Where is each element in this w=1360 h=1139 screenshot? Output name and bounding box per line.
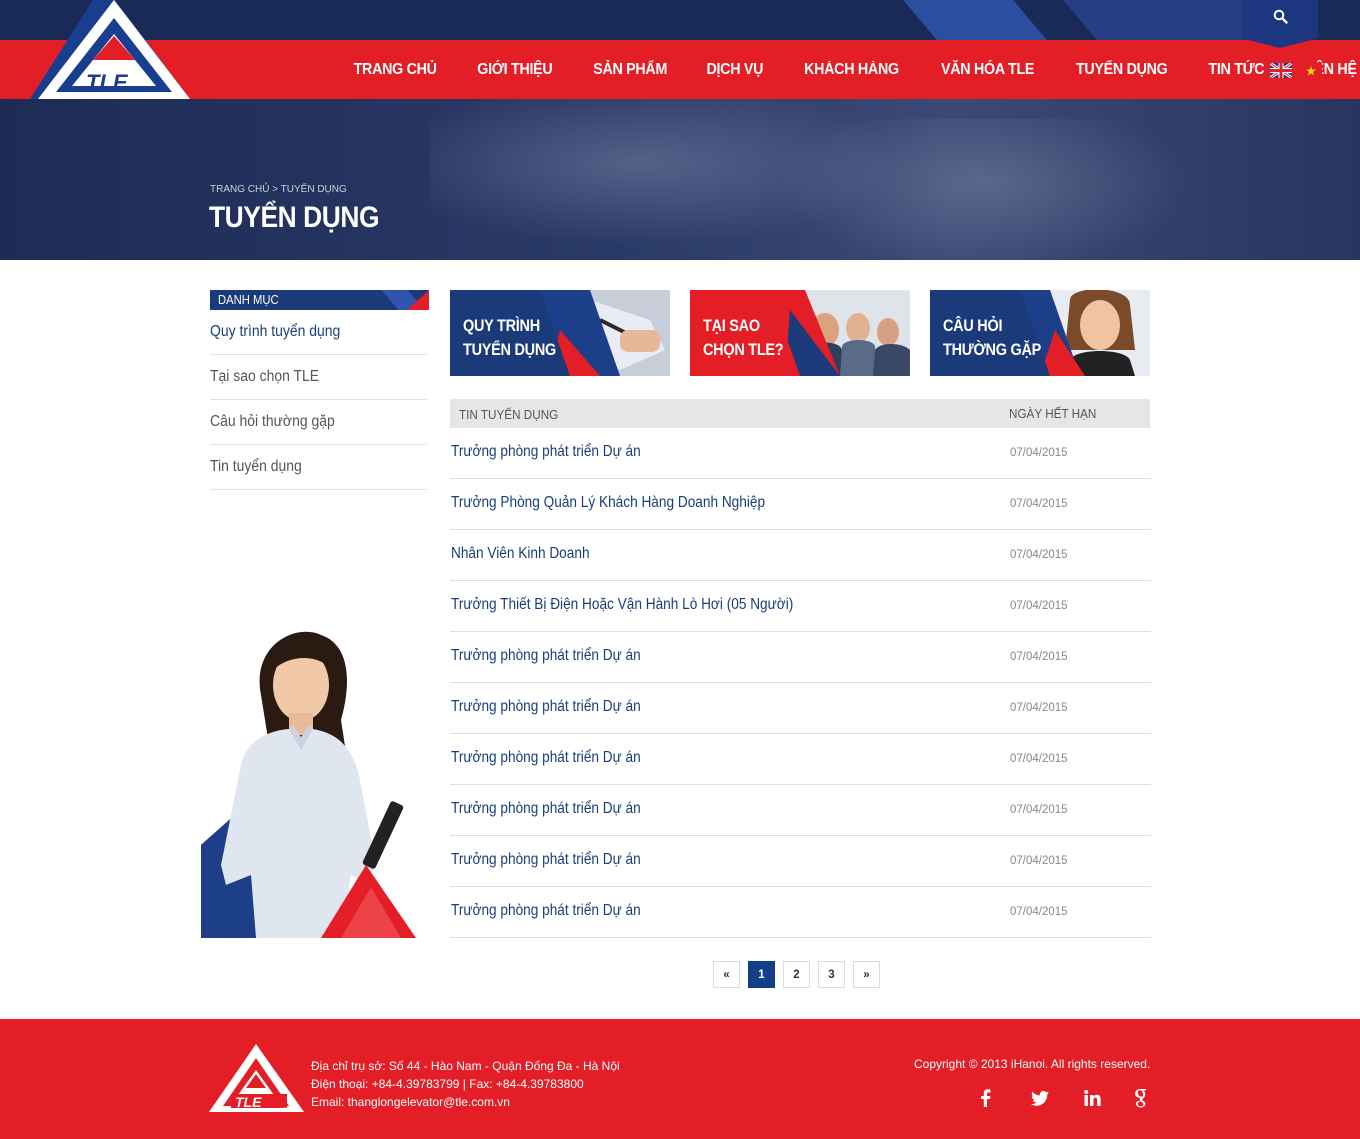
- footer-copyright: Copyright © 2013 iHanoi. All rights rese…: [914, 1057, 1151, 1071]
- footer-contact: Địa chỉ trụ sở: Số 44 - Hào Nam - Quận Đ…: [311, 1057, 620, 1111]
- footer-phone: Điện thoại: +84-4.39783799 | Fax: +84-4.…: [311, 1077, 584, 1091]
- linkedin-button[interactable]: [1080, 1086, 1104, 1110]
- tile-faq[interactable]: CÂU HỎI THƯỜNG GẶP: [930, 290, 1150, 376]
- sidebar-item-label: Quy trình tuyển dụng: [210, 323, 341, 340]
- table-row[interactable]: Trưởng phòng phát triển Dự án 07/04/2015: [450, 428, 1151, 479]
- sidebar-item-job-news[interactable]: Tin tuyển dụng: [210, 445, 427, 490]
- column-header-title: TIN TUYỂN DỤNG: [459, 407, 559, 422]
- tile-why-tle[interactable]: TẠI SAO CHỌN TLE?: [690, 290, 910, 376]
- job-expiry-date: 07/04/2015: [1010, 855, 1068, 867]
- recruiter-photo: [201, 631, 416, 938]
- pagination-prev-button[interactable]: «: [713, 961, 740, 988]
- column-header-expiry: NGÀY HẾT HẠN: [1009, 406, 1097, 421]
- pagination: « 1 2 3 »: [713, 961, 880, 988]
- table-row[interactable]: Trưởng phòng phát triển Dự án 07/04/2015: [450, 836, 1151, 887]
- site-logo[interactable]: TLE GROUP: [0, 0, 220, 99]
- nav-item-careers[interactable]: TUYỂN DỤNG: [1060, 61, 1183, 79]
- footer-logo-subtext: GROUP: [283, 1107, 297, 1111]
- table-row[interactable]: Nhân Viên Kinh Doanh 07/04/2015: [450, 530, 1151, 581]
- tile-label: QUY TRÌNH TUYỂN DỤNG: [463, 316, 556, 359]
- table-row[interactable]: Trưởng phòng phát triển Dự án 07/04/2015: [450, 683, 1151, 734]
- job-title-link[interactable]: Trưởng phòng phát triển Dự án: [451, 800, 641, 818]
- table-row[interactable]: Trưởng phòng phát triển Dự án 07/04/2015: [450, 632, 1151, 683]
- page-banner: TRANG CHỦ > TUYỂN DỤNG TUYỂN DỤNG: [0, 99, 1360, 260]
- twitter-button[interactable]: [1028, 1086, 1052, 1110]
- job-expiry-date: 07/04/2015: [1010, 753, 1068, 765]
- sidebar-heading-label: DANH MỤC: [218, 293, 279, 307]
- nav-item-about[interactable]: GIỚI THIỆU: [462, 61, 568, 79]
- nav-menu: TRANG CHỦ GIỚI THIỆU SẢN PHẨM DỊCH VỤ KH…: [333, 40, 1360, 99]
- logo-subtext: GROUP: [145, 87, 160, 92]
- decor-triangle: [407, 290, 429, 310]
- job-title-link[interactable]: Trưởng phòng phát triển Dự án: [451, 698, 641, 716]
- table-row[interactable]: Trưởng Thiết Bị Điện Hoặc Vận Hành Lò Hơ…: [450, 581, 1151, 632]
- nav-item-news[interactable]: TIN TỨC: [1192, 61, 1279, 79]
- nav-item-services[interactable]: DỊCH VỤ: [691, 61, 779, 79]
- job-title-link[interactable]: Trưởng Thiết Bị Điện Hoặc Vận Hành Lò Hơ…: [451, 596, 793, 614]
- sidebar-item-recruitment-process[interactable]: Quy trình tuyển dụng: [210, 310, 427, 355]
- search-button[interactable]: [1242, 0, 1318, 48]
- footer-email[interactable]: Email: thanglongelevator@tle.com.vn: [311, 1093, 620, 1111]
- google-plus-icon: [1135, 1089, 1147, 1108]
- table-row[interactable]: Trưởng Phòng Quản Lý Khách Hàng Doanh Ng…: [450, 479, 1151, 530]
- site-footer: TLE GROUP Địa chỉ trụ sở: Số 44 - Hào Na…: [0, 1019, 1360, 1139]
- sidebar-item-label: Câu hỏi thường gặp: [210, 413, 335, 430]
- tile-label: TẠI SAO CHỌN TLE?: [703, 316, 784, 359]
- job-expiry-date: 07/04/2015: [1010, 906, 1068, 918]
- facebook-button[interactable]: [973, 1086, 997, 1110]
- pagination-next-button[interactable]: »: [853, 961, 880, 988]
- google-plus-button[interactable]: [1128, 1086, 1152, 1110]
- breadcrumb[interactable]: TRANG CHỦ > TUYỂN DỤNG: [210, 184, 347, 195]
- sidebar-menu: Quy trình tuyển dụng Tại sao chọn TLE Câ…: [210, 310, 427, 490]
- banner-background: [760, 119, 1210, 260]
- nav-item-products[interactable]: SẢN PHẨM: [578, 61, 683, 79]
- sidebar-item-why-tle[interactable]: Tại sao chọn TLE: [210, 355, 427, 400]
- job-title-link[interactable]: Nhân Viên Kinh Doanh: [451, 545, 590, 563]
- jobs-table-header: TIN TUYỂN DỤNG NGÀY HẾT HẠN: [450, 399, 1150, 428]
- footer-logo[interactable]: TLE GROUP: [209, 1044, 304, 1114]
- sidebar-heading: DANH MỤC: [210, 290, 429, 310]
- vietnam-flag-icon[interactable]: [1300, 63, 1322, 78]
- page-title: TUYỂN DỤNG: [209, 201, 380, 234]
- sidebar-item-faq[interactable]: Câu hỏi thường gặp: [210, 400, 427, 445]
- job-expiry-date: 07/04/2015: [1010, 447, 1068, 459]
- footer-logo-text: TLE: [235, 1094, 262, 1110]
- logo-text: TLE: [86, 70, 129, 95]
- tile-recruitment-process[interactable]: QUY TRÌNH TUYỂN DỤNG: [450, 290, 670, 376]
- nav-item-home[interactable]: TRANG CHỦ: [338, 61, 452, 79]
- pagination-page-3[interactable]: 3: [818, 961, 845, 988]
- table-row[interactable]: Trưởng phòng phát triển Dự án 07/04/2015: [450, 887, 1151, 938]
- decor-stripe: [903, 0, 1047, 40]
- sidebar-item-label: Tại sao chọn TLE: [210, 368, 320, 385]
- uk-flag-icon[interactable]: [1270, 63, 1292, 78]
- linkedin-icon: [1083, 1090, 1101, 1106]
- tile-label: CÂU HỎI THƯỜNG GẶP: [943, 316, 1042, 359]
- facebook-icon: [981, 1089, 991, 1107]
- search-icon: [1273, 9, 1288, 24]
- job-title-link[interactable]: Trưởng Phòng Quản Lý Khách Hàng Doanh Ng…: [451, 494, 765, 512]
- table-row[interactable]: Trưởng phòng phát triển Dự án 07/04/2015: [450, 785, 1151, 836]
- job-expiry-date: 07/04/2015: [1010, 498, 1068, 510]
- job-expiry-date: 07/04/2015: [1010, 549, 1068, 561]
- job-title-link[interactable]: Trưởng phòng phát triển Dự án: [451, 647, 641, 665]
- job-expiry-date: 07/04/2015: [1010, 804, 1068, 816]
- jobs-table: Trưởng phòng phát triển Dự án 07/04/2015 …: [450, 428, 1151, 938]
- job-title-link[interactable]: Trưởng phòng phát triển Dự án: [451, 851, 641, 869]
- job-expiry-date: 07/04/2015: [1010, 600, 1068, 612]
- nav-item-customers[interactable]: KHÁCH HÀNG: [788, 61, 914, 79]
- job-title-link[interactable]: Trưởng phòng phát triển Dự án: [451, 749, 641, 767]
- job-expiry-date: 07/04/2015: [1010, 651, 1068, 663]
- nav-item-culture[interactable]: VĂN HÓA TLE: [925, 61, 1049, 79]
- job-title-link[interactable]: Trưởng phòng phát triển Dự án: [451, 902, 641, 920]
- language-switcher: [1270, 63, 1322, 78]
- job-expiry-date: 07/04/2015: [1010, 702, 1068, 714]
- table-row[interactable]: Trưởng phòng phát triển Dự án 07/04/2015: [450, 734, 1151, 785]
- job-title-link[interactable]: Trưởng phòng phát triển Dự án: [451, 443, 641, 461]
- sidebar-item-label: Tin tuyển dụng: [210, 458, 302, 475]
- footer-address: Địa chỉ trụ sở: Số 44 - Hào Nam - Quận Đ…: [311, 1059, 620, 1073]
- pagination-page-2[interactable]: 2: [783, 961, 810, 988]
- twitter-icon: [1031, 1090, 1049, 1106]
- pagination-page-1[interactable]: 1: [748, 961, 775, 988]
